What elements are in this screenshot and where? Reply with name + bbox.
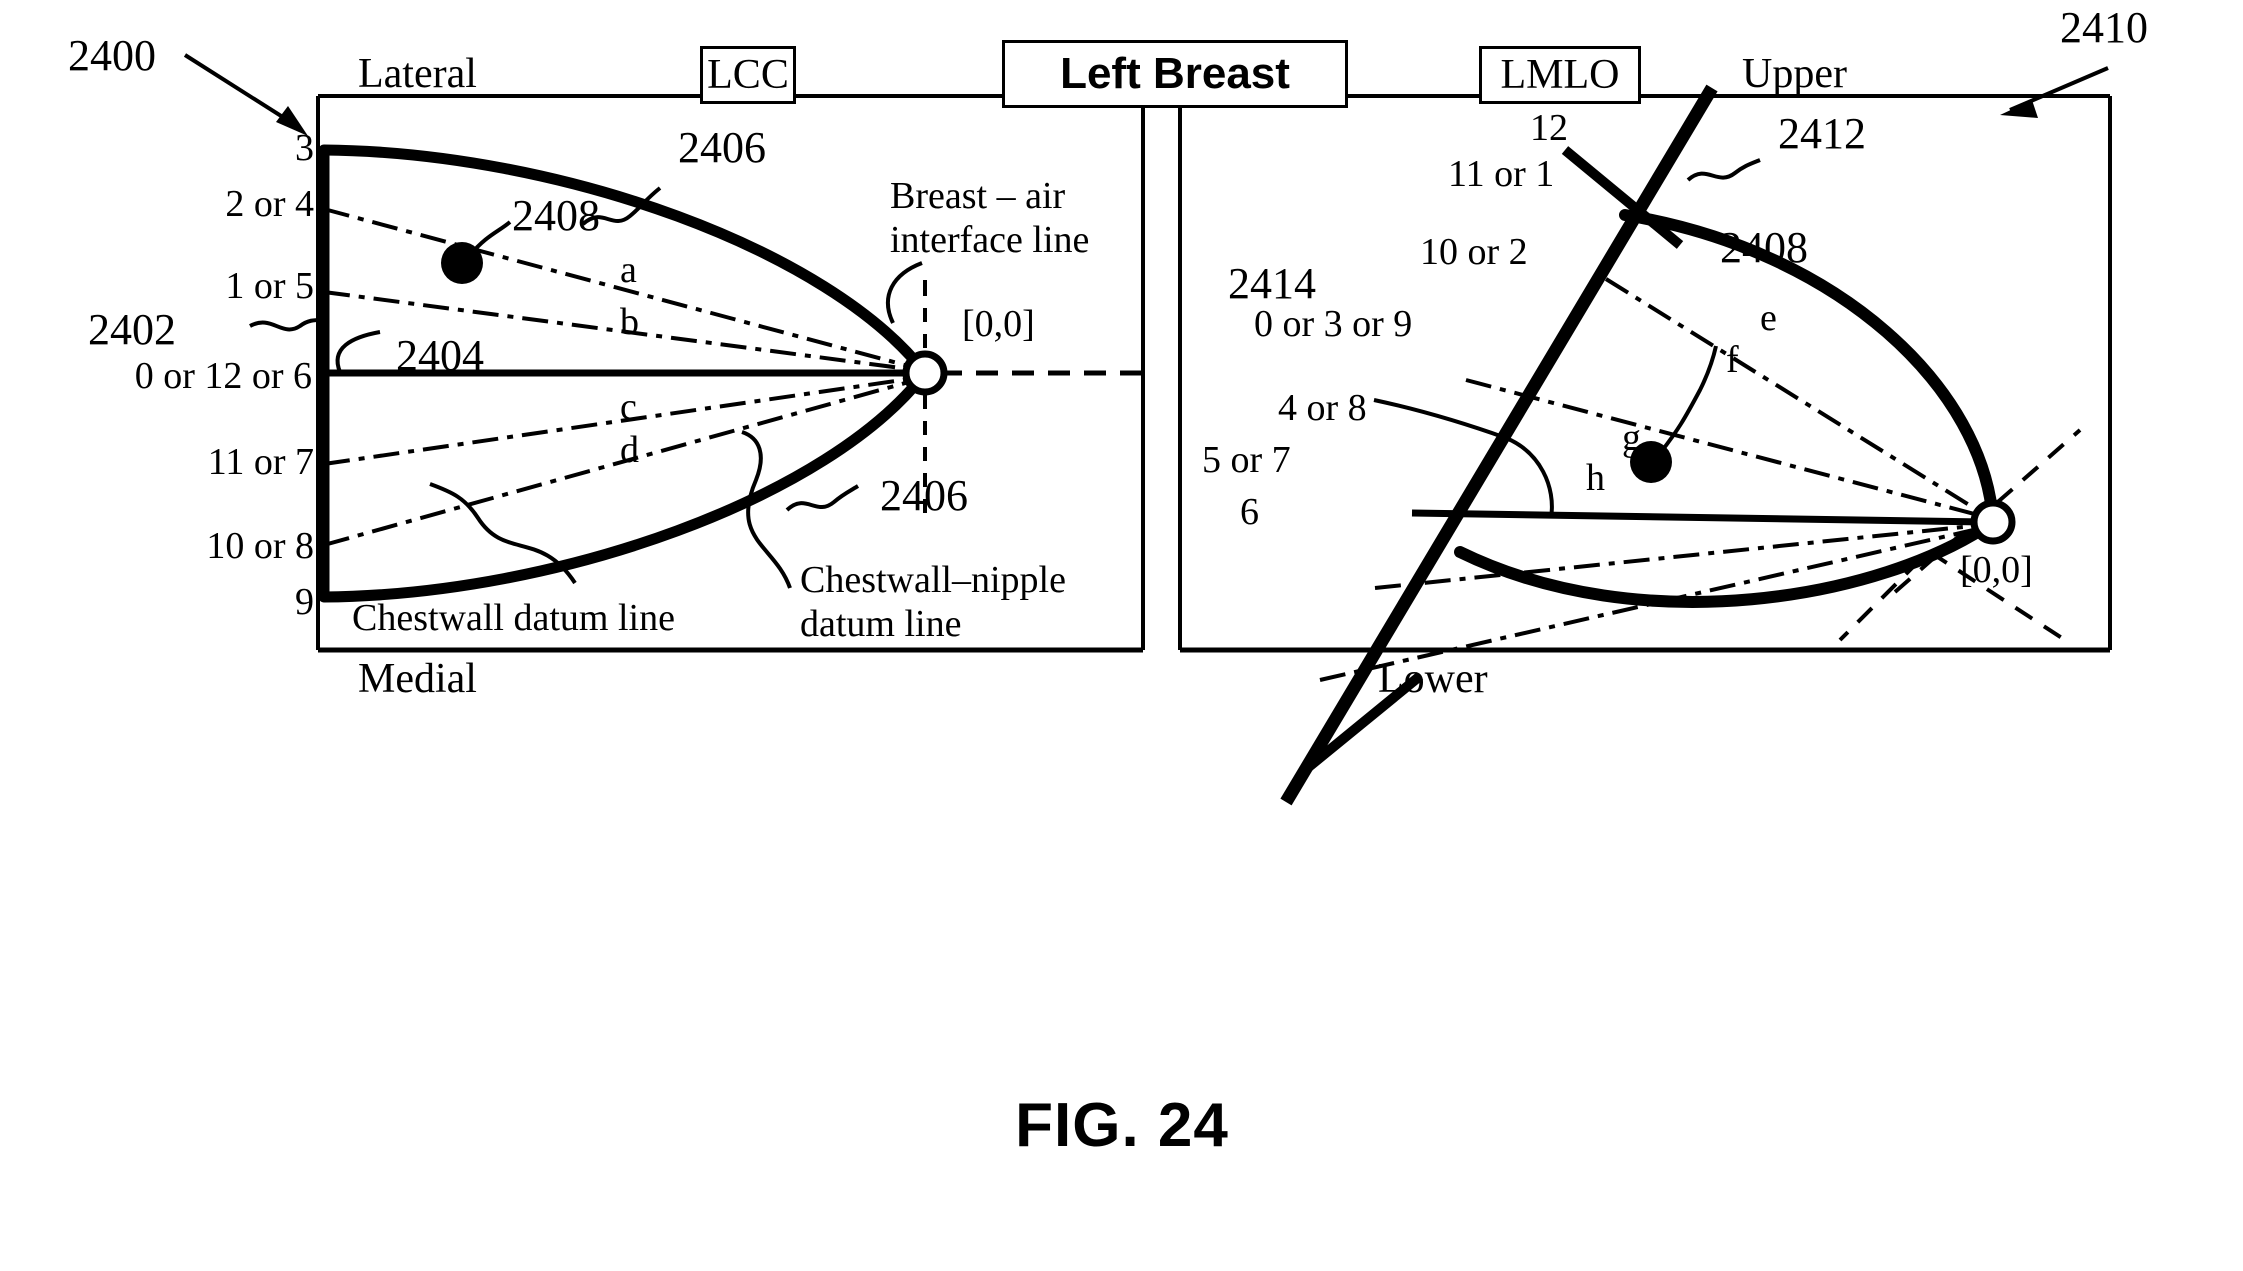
header-box-lcc[interactable]: LCC <box>700 46 796 104</box>
right-clock-label-12: 12 <box>1530 107 1568 149</box>
right-ray-label-h: h <box>1586 457 1605 499</box>
chestwall-datum-caption: Chestwall datum line <box>352 597 675 639</box>
right-clock-label-0or3or9: 0 or 3 or 9 <box>1254 303 1413 345</box>
chestwall-nipple-datum-caption-line1: Chestwall–nipple <box>800 559 1066 601</box>
ref-2404: 2404 <box>396 331 484 380</box>
ref-2400-leader <box>183 53 308 136</box>
ref-2412: 2412 <box>1778 109 1866 158</box>
breast-air-callout-leader <box>886 261 923 324</box>
header-label-lmlo: LMLO <box>1500 52 1620 98</box>
left-clock-label-3: 3 <box>295 127 314 169</box>
left-clock-label-10or8: 10 or 8 <box>206 525 314 567</box>
ref-2406-top: 2406 <box>678 123 766 172</box>
right-chestwall-nipple-datum-line <box>1411 509 1986 526</box>
header-box-lmlo[interactable]: LMLO <box>1479 46 1641 104</box>
right-ray-f <box>1465 378 1983 518</box>
left-ray-label-d: d <box>620 429 639 471</box>
left-clock-label-0or12or6: 0 or 12 or 6 <box>134 355 312 397</box>
figure-24-drawing <box>183 53 2112 806</box>
breast-air-interface-caption-line2: interface line <box>890 219 1090 261</box>
right-origin-label: [0,0] <box>1960 549 2033 591</box>
left-nipple-marker <box>902 350 948 396</box>
left-clock-label-11or7: 11 or 7 <box>207 441 314 483</box>
right-clock-label-5or7: 5 or 7 <box>1202 439 1291 481</box>
right-angle-marker <box>1505 436 1554 519</box>
right-ref-2408-leader <box>1659 345 1718 454</box>
ref-2402: 2402 <box>88 305 176 354</box>
ref-2410-leader <box>2000 66 2109 118</box>
chestwall-nipple-caption-leader <box>741 430 792 589</box>
ref-2406-bottom: 2406 <box>880 471 968 520</box>
ref-2404-leader <box>335 330 381 373</box>
ref-2408-right: 2408 <box>1720 223 1808 272</box>
left-orientation-lateral: Lateral <box>358 51 477 97</box>
breast-air-interface-caption-line1: Breast – air <box>890 175 1066 217</box>
left-ray-label-c: c <box>620 386 637 428</box>
right-ray-label-f: f <box>1726 339 1739 381</box>
left-clock-label-9: 9 <box>295 581 314 623</box>
right-clock-label-4or8: 4 or 8 <box>1278 387 1367 429</box>
right-nipple-marker <box>1970 499 2016 545</box>
ref-2406-bottom-leader <box>785 484 860 512</box>
right-orientation-upper: Upper <box>1742 51 1847 97</box>
ref-2402-leader <box>249 318 323 332</box>
right-ray-label-g: g <box>1622 417 1641 459</box>
right-clock-label-6: 6 <box>1240 491 1259 533</box>
left-ray-label-a: a <box>620 249 637 291</box>
left-ref-2408-leader <box>468 220 512 257</box>
right-ray-label-e: e <box>1760 297 1777 339</box>
left-ray-label-b: b <box>620 301 639 343</box>
chestwall-nipple-datum-caption-line2: datum line <box>800 603 962 645</box>
figure-caption: FIG. 24 <box>1015 1091 1229 1160</box>
ref-2410: 2410 <box>2060 3 2148 52</box>
right-orientation-lower: Lower <box>1378 656 1488 702</box>
left-clock-label-2or4: 2 or 4 <box>225 183 314 225</box>
header-box-left-breast[interactable]: Left Breast <box>1002 40 1348 108</box>
ref-2400: 2400 <box>68 31 156 80</box>
left-origin-label: [0,0] <box>962 303 1035 345</box>
right-clock-label-10or2: 10 or 2 <box>1420 231 1528 273</box>
left-clock-label-1or5: 1 or 5 <box>225 265 314 307</box>
ref-2408-left: 2408 <box>512 191 600 240</box>
header-label-left-breast: Left Breast <box>1060 49 1290 98</box>
right-clock-label-11or1: 11 or 1 <box>1448 153 1555 195</box>
ref-2412-leader <box>1686 158 1761 182</box>
header-label-lcc: LCC <box>707 52 789 98</box>
left-orientation-medial: Medial <box>358 656 477 702</box>
ref-2414-leader <box>1373 398 1507 440</box>
